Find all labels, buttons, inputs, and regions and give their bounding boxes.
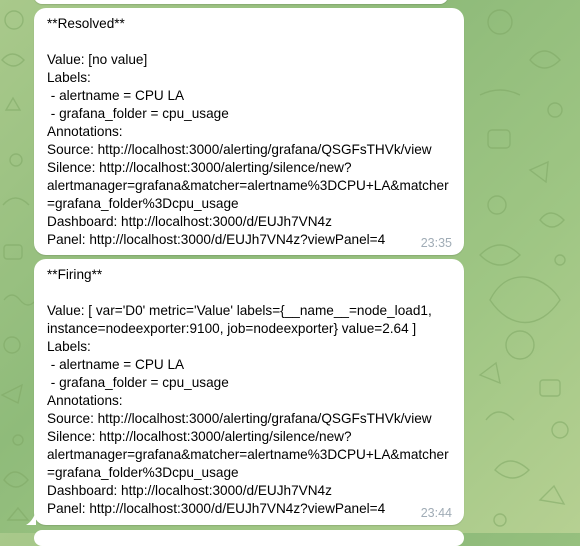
dashboard-link[interactable]: Dashboard: http://localhost:3000/d/EUJh7… [47, 213, 451, 231]
silence-link-cont[interactable]: alertmanager=grafana&matcher=alertname%3… [47, 446, 451, 464]
bubble-tail [26, 511, 36, 525]
chat-history[interactable]: **Resolved** Value: [no value] Labels: -… [0, 0, 580, 546]
message-line: Labels: [47, 339, 91, 354]
silence-link[interactable]: Silence: http://localhost:3000/alerting/… [47, 428, 451, 446]
message-line: Value: [no value] [47, 52, 148, 67]
message-line: - alertname = CPU LA [47, 88, 185, 103]
message-line: Annotations: [47, 393, 123, 408]
message-line: - alertname = CPU LA [47, 357, 185, 372]
previous-message-bubble [34, 0, 448, 4]
silence-link[interactable]: Silence: http://localhost:3000/alerting/… [47, 159, 451, 177]
message-line: instance=nodeexporter:9100, job=nodeexpo… [47, 321, 417, 336]
message-bubble[interactable]: **Resolved** Value: [no value] Labels: -… [34, 8, 464, 255]
dashboard-link[interactable]: Dashboard: http://localhost:3000/d/EUJh7… [47, 482, 451, 500]
message-title: **Resolved** [47, 16, 125, 31]
message-line: - grafana_folder = cpu_usage [47, 375, 229, 390]
message-title: **Firing** [47, 267, 103, 282]
message-bubble[interactable]: **Firing** Value: [ var='D0' metric='Val… [26, 259, 464, 525]
panel-link[interactable]: Panel: http://localhost:3000/d/EUJh7VN4z… [47, 500, 451, 518]
message-line: Value: [ var='D0' metric='Value' labels=… [47, 303, 432, 318]
source-link[interactable]: Source: http://localhost:3000/alerting/g… [47, 410, 451, 428]
message-time: 23:44 [420, 506, 452, 520]
panel-link[interactable]: Panel: http://localhost:3000/d/EUJh7VN4z… [47, 231, 451, 249]
message-line [47, 284, 451, 302]
silence-link-cont[interactable]: alertmanager=grafana&matcher=alertname%3… [47, 177, 451, 195]
silence-link-cont[interactable]: =grafana_folder%3Dcpu_usage [47, 464, 451, 482]
silence-link-cont[interactable]: =grafana_folder%3Dcpu_usage [47, 195, 451, 213]
source-link[interactable]: Source: http://localhost:3000/alerting/g… [47, 141, 451, 159]
message-line: Annotations: [47, 124, 123, 139]
message-line: - grafana_folder = cpu_usage [47, 106, 229, 121]
message-time: 23:35 [420, 236, 452, 250]
next-message-bubble [34, 530, 464, 546]
message-line [47, 33, 451, 51]
message-line: Labels: [47, 70, 91, 85]
